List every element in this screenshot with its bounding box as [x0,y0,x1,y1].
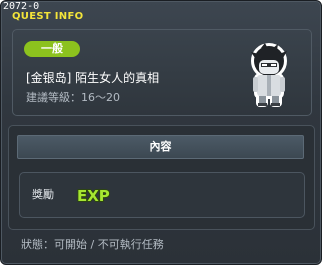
reward-box: 獎勵 EXP [19,172,305,218]
quest-content-panel: 內容 獎勵 EXP [8,125,315,230]
quest-level-requirement: 建議等級：16～20 [26,91,120,104]
quest-summary-panel: 一般 [金银岛] 陌生女人的真相 建議等級：16～20 [12,29,312,116]
npc-portrait-icon[interactable] [241,42,297,108]
window-title: QUEST INFO [12,11,84,22]
quest-category-badge: 一般 [24,41,80,57]
content-section-header: 內容 [17,135,304,159]
quest-name: [金银岛] 陌生女人的真相 [26,71,160,85]
exp-icon[interactable]: EXP [76,185,112,205]
quest-info-window: 2072-0 QUEST INFO 一般 [金银岛] 陌生女人的真相 建議等級：… [0,0,322,265]
quest-status: 狀態：可開始 / 不可執行任務 [21,238,164,251]
reward-label: 獎勵 [32,188,54,201]
exp-icon-text: EXP [77,187,110,205]
